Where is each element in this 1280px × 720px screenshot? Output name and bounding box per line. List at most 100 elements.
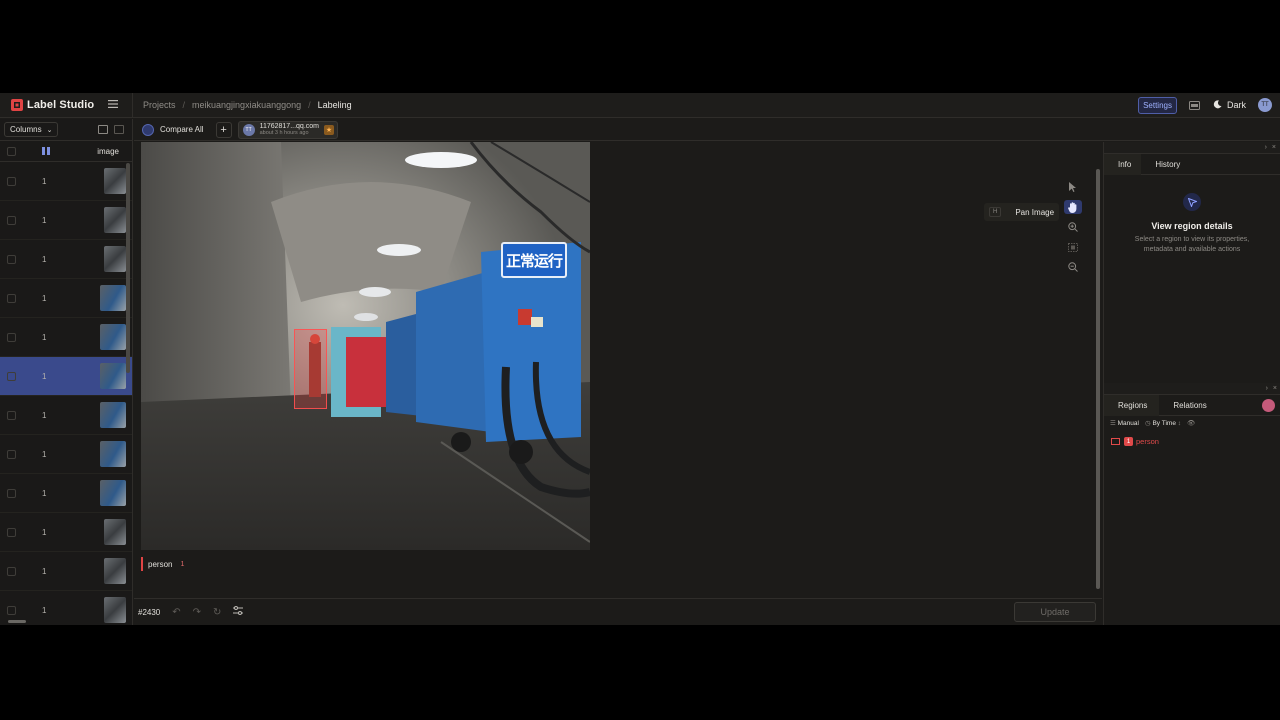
- zoom-out-icon[interactable]: [1064, 260, 1082, 274]
- close-icon[interactable]: ×: [1272, 144, 1276, 151]
- table-row[interactable]: 1: [0, 513, 132, 552]
- region-item[interactable]: 1 person: [1104, 437, 1280, 446]
- grid-view-icon[interactable]: [114, 125, 124, 134]
- logo[interactable]: Label Studio: [0, 92, 133, 118]
- labeling-canvas[interactable]: 正常运行 person 1 H Pan Image: [134, 142, 1102, 597]
- manual-sort-button[interactable]: ☰ Manual: [1110, 419, 1139, 427]
- breadcrumb-projects[interactable]: Projects: [143, 100, 176, 110]
- star-icon[interactable]: ★: [324, 124, 334, 135]
- row-thumbnail[interactable]: [100, 480, 126, 506]
- table-row[interactable]: 1: [0, 318, 132, 357]
- columns-dropdown[interactable]: Columns ⌄: [4, 122, 59, 137]
- row-thumbnail[interactable]: [100, 324, 126, 350]
- table-row[interactable]: 1: [0, 201, 132, 240]
- row-value: 1: [42, 527, 47, 537]
- table-row[interactable]: 1: [0, 552, 132, 591]
- close-icon[interactable]: ×: [1273, 385, 1277, 392]
- theme-label: Dark: [1226, 100, 1246, 110]
- annotation-tabs: Compare All + TT 11762817...qq.com about…: [134, 119, 1280, 141]
- pan-hand-icon[interactable]: [1064, 200, 1082, 214]
- select-tool-icon[interactable]: [1064, 180, 1082, 194]
- compare-all-button[interactable]: Compare All: [142, 123, 204, 136]
- columns-label: Columns: [10, 125, 42, 134]
- row-checkbox[interactable]: [7, 176, 16, 186]
- row-thumbnail[interactable]: [100, 363, 126, 389]
- columns-grid-icon[interactable]: [42, 147, 50, 155]
- table-row[interactable]: 1: [0, 162, 132, 201]
- row-thumbnail[interactable]: [100, 402, 126, 428]
- row-thumbnail[interactable]: [104, 558, 126, 584]
- table-rows: 1 1 1 1 1 1 1 1 1 1 1 1: [0, 162, 132, 625]
- row-checkbox[interactable]: [7, 605, 16, 615]
- table-row[interactable]: 1: [0, 396, 132, 435]
- row-checkbox[interactable]: [7, 527, 16, 537]
- label-person[interactable]: person 1: [141, 557, 184, 571]
- settings-sliders-icon[interactable]: [233, 606, 244, 618]
- row-checkbox[interactable]: [7, 332, 16, 342]
- moon-icon: [1213, 99, 1222, 111]
- row-value: 1: [42, 488, 47, 498]
- tab-regions[interactable]: Regions: [1104, 394, 1160, 416]
- canvas-scrollbar[interactable]: [1096, 169, 1100, 589]
- theme-toggle[interactable]: Dark: [1213, 99, 1246, 111]
- table-row[interactable]: 1: [0, 279, 132, 318]
- add-annotation-button[interactable]: +: [215, 121, 232, 138]
- collapse-icon[interactable]: ›: [1266, 385, 1268, 392]
- vertical-scrollbar[interactable]: [126, 163, 130, 373]
- row-checkbox[interactable]: [7, 449, 16, 459]
- row-thumbnail[interactable]: [104, 519, 126, 545]
- breadcrumb-separator: /: [308, 100, 311, 110]
- row-thumbnail[interactable]: [100, 285, 126, 311]
- row-thumbnail[interactable]: [104, 207, 126, 233]
- menu-icon[interactable]: [108, 100, 119, 110]
- reset-icon[interactable]: ↻: [213, 607, 221, 618]
- tab-history[interactable]: History: [1141, 154, 1190, 175]
- list-view-icon[interactable]: [98, 125, 108, 134]
- eye-icon[interactable]: 👁: [1187, 419, 1195, 427]
- tab-info[interactable]: Info: [1104, 153, 1142, 175]
- table-row[interactable]: 1: [0, 357, 132, 396]
- sort-order-icon: ↕: [1177, 420, 1181, 427]
- person-bounding-box[interactable]: [294, 329, 327, 409]
- tab-relations[interactable]: Relations: [1159, 395, 1218, 416]
- by-time-sort-button[interactable]: ◷ By Time ↕: [1145, 419, 1181, 427]
- breadcrumb-current: Labeling: [317, 100, 352, 110]
- row-checkbox[interactable]: [7, 215, 16, 225]
- breadcrumb-project[interactable]: meikuangjingxiakuanggong: [192, 100, 301, 110]
- undo-icon[interactable]: ↶: [172, 607, 180, 618]
- table-row[interactable]: 1: [0, 474, 132, 513]
- row-thumbnail[interactable]: [104, 597, 126, 623]
- row-value: 1: [42, 176, 47, 186]
- label-studio-app: Label Studio Projects / meikuangjingxiak…: [0, 92, 1280, 625]
- row-checkbox[interactable]: [7, 371, 16, 381]
- settings-button[interactable]: Settings: [1138, 96, 1177, 114]
- annotator-avatar-icon: [1262, 398, 1275, 412]
- select-all-checkbox[interactable]: [7, 146, 16, 156]
- row-value: 1: [42, 215, 47, 225]
- update-button[interactable]: Update: [1014, 602, 1096, 622]
- redo-icon[interactable]: ↷: [193, 607, 201, 618]
- annotation-tab[interactable]: TT 11762817...qq.com about 3 h hours ago…: [237, 120, 338, 139]
- table-row[interactable]: 1: [0, 240, 132, 279]
- zoom-in-icon[interactable]: [1064, 220, 1082, 234]
- task-image[interactable]: 正常运行: [141, 142, 590, 550]
- row-thumbnail[interactable]: [104, 246, 126, 272]
- row-checkbox[interactable]: [7, 488, 16, 498]
- pan-image-tooltip: H Pan Image: [984, 203, 1060, 221]
- row-checkbox[interactable]: [7, 410, 16, 420]
- collapse-icon[interactable]: ›: [1265, 144, 1267, 151]
- column-header-image[interactable]: image: [97, 147, 119, 156]
- horizontal-scrollbar[interactable]: [8, 620, 26, 623]
- row-checkbox[interactable]: [7, 254, 16, 264]
- row-thumbnail[interactable]: [104, 168, 126, 194]
- label-hotkey: 1: [180, 560, 185, 568]
- row-checkbox[interactable]: [7, 293, 16, 303]
- regions-panel-header: › ×: [1104, 383, 1280, 395]
- fit-to-screen-icon[interactable]: [1064, 240, 1082, 254]
- row-value: 1: [42, 605, 47, 615]
- layout-icon[interactable]: [1186, 97, 1204, 113]
- user-avatar[interactable]: TT: [1258, 98, 1272, 112]
- row-thumbnail[interactable]: [100, 441, 126, 467]
- table-row[interactable]: 1: [0, 435, 132, 474]
- row-checkbox[interactable]: [7, 566, 16, 576]
